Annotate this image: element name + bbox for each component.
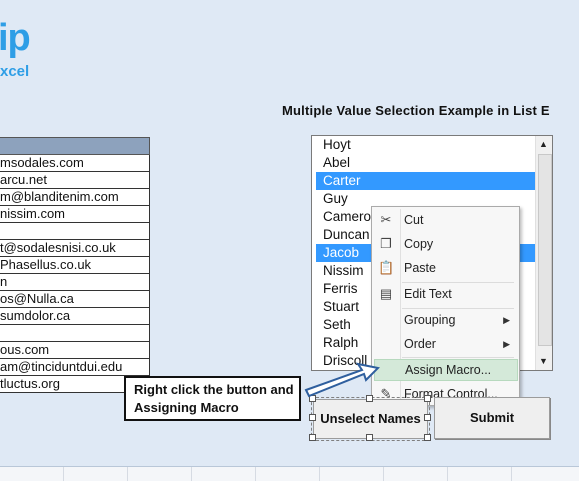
callout-arrow-icon bbox=[304, 362, 380, 398]
clipboard-icon: 📋 bbox=[378, 260, 395, 275]
submenu-arrow-icon: ▶ bbox=[503, 315, 510, 325]
scroll-down-icon[interactable]: ▼ bbox=[539, 356, 548, 366]
instruction-callout: Right click the button and Assigning Mac… bbox=[124, 376, 301, 421]
menu-item-paste[interactable]: 📋 Paste bbox=[374, 257, 516, 279]
table-row[interactable]: sumdolor.ca bbox=[0, 308, 150, 325]
table-row[interactable]: nissim.com bbox=[0, 206, 150, 223]
menu-separator bbox=[402, 357, 514, 358]
table-row[interactable]: msodales.com bbox=[0, 155, 150, 172]
table-row[interactable]: n bbox=[0, 274, 150, 291]
table-row[interactable]: arcu.net bbox=[0, 172, 150, 189]
list-item-selected[interactable]: Carter bbox=[316, 172, 541, 190]
table-row[interactable]: m@blanditenim.com bbox=[0, 189, 150, 206]
scissors-icon: ✂ bbox=[380, 212, 392, 227]
callout-line: Right click the button and bbox=[134, 382, 294, 397]
copy-icon: ❐ bbox=[380, 236, 392, 251]
menu-item-copy[interactable]: ❐ Copy bbox=[374, 233, 516, 255]
page-heading: Multiple Value Selection Example in List… bbox=[282, 103, 550, 118]
resize-handle[interactable] bbox=[424, 395, 431, 402]
table-row[interactable]: Phasellus.co.uk bbox=[0, 257, 150, 274]
list-item[interactable]: Abel bbox=[316, 154, 541, 172]
unselect-names-button[interactable]: Unselect Names bbox=[311, 397, 430, 441]
text-box-icon: ▤ bbox=[379, 286, 393, 301]
logo-subtext: xcel bbox=[0, 63, 30, 80]
scroll-up-icon[interactable]: ▲ bbox=[539, 139, 548, 149]
scroll-thumb[interactable] bbox=[538, 154, 552, 346]
menu-item-order[interactable]: Order ▶ bbox=[374, 333, 516, 355]
table-row[interactable]: am@tinciduntdui.edu bbox=[0, 359, 150, 376]
logo-text: ip bbox=[0, 17, 31, 59]
resize-handle[interactable] bbox=[424, 414, 431, 421]
resize-handle[interactable] bbox=[309, 414, 316, 421]
resize-handle[interactable] bbox=[424, 434, 431, 441]
context-menu: ✂ Cut ❐ Copy 📋 Paste ▤ Edit Text Groupin… bbox=[371, 206, 520, 406]
submenu-arrow-icon: ▶ bbox=[503, 339, 510, 349]
table-row[interactable] bbox=[0, 223, 150, 240]
menu-item-grouping[interactable]: Grouping ▶ bbox=[374, 309, 516, 331]
table-row[interactable]: t@sodalesnisi.co.uk bbox=[0, 240, 150, 257]
table-row[interactable] bbox=[0, 325, 150, 342]
table-row[interactable]: ous.com bbox=[0, 342, 150, 359]
table-header bbox=[0, 137, 150, 155]
menu-item-assign-macro[interactable]: Assign Macro... bbox=[374, 359, 518, 381]
callout-line: Assigning Macro bbox=[134, 400, 239, 415]
menu-item-cut[interactable]: ✂ Cut bbox=[374, 209, 516, 231]
bottom-grid-strip bbox=[0, 467, 579, 481]
list-item[interactable]: Hoyt bbox=[316, 136, 541, 154]
email-table: msodales.com arcu.net m@blanditenim.com … bbox=[0, 137, 150, 393]
listbox-scrollbar[interactable]: ▲ ▼ bbox=[535, 136, 552, 370]
resize-handle[interactable] bbox=[366, 434, 373, 441]
submit-button[interactable]: Submit bbox=[434, 397, 550, 439]
resize-handle[interactable] bbox=[309, 434, 316, 441]
menu-item-edit-text[interactable]: ▤ Edit Text bbox=[374, 283, 516, 305]
table-row[interactable]: os@Nulla.ca bbox=[0, 291, 150, 308]
